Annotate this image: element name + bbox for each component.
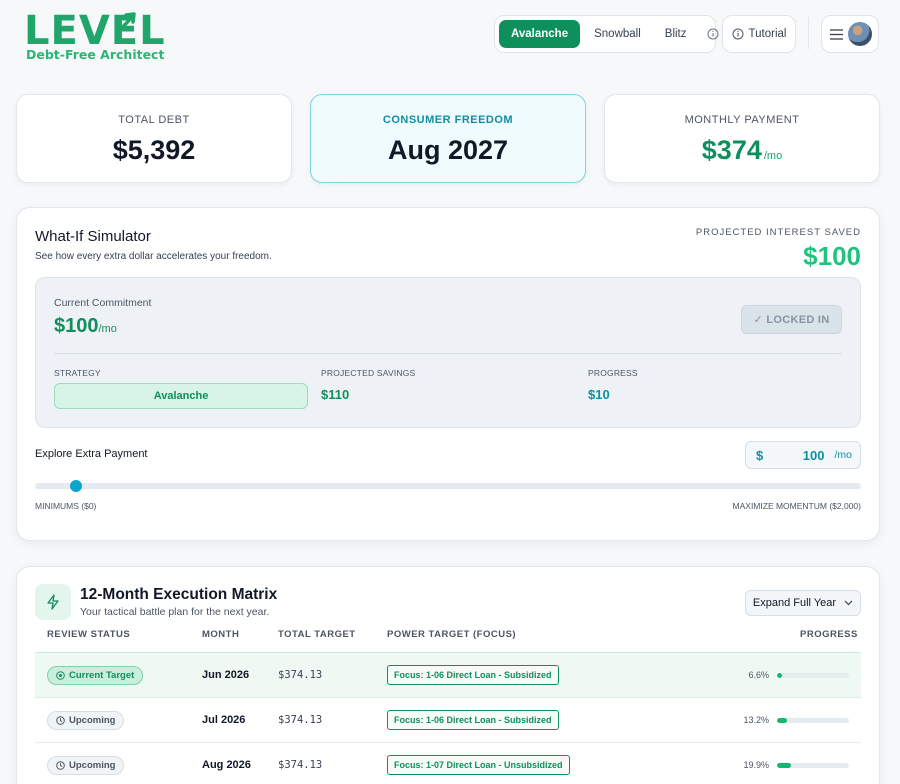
consumer-freedom-label: CONSUMER FREEDOM bbox=[382, 114, 514, 126]
row-progress-bar bbox=[777, 718, 849, 723]
column-header-review-status: REVIEW STATUS bbox=[47, 629, 131, 640]
row-total-target: $374.13 bbox=[278, 759, 323, 771]
simulator-subtitle: See how every extra dollar accelerates y… bbox=[35, 251, 272, 262]
status-badge: Upcoming bbox=[47, 756, 125, 775]
row-progress-percent: 13.2% bbox=[743, 715, 769, 725]
execution-matrix: 12-Month Execution Matrix Your tactical … bbox=[16, 566, 880, 784]
commitment-unit: /mo bbox=[98, 323, 117, 335]
tutorial-label: Tutorial bbox=[748, 28, 787, 40]
matrix-title: 12-Month Execution Matrix bbox=[80, 586, 278, 603]
status-label: Current Target bbox=[69, 670, 135, 681]
strategy-pill: Avalanche bbox=[54, 383, 308, 409]
slider-min-label: MINIMUMS ($0) bbox=[35, 501, 97, 511]
what-if-simulator: What-If Simulator See how every extra do… bbox=[16, 207, 880, 541]
commitment-label: Current Commitment bbox=[54, 297, 152, 309]
row-focus-tag: Focus: 1-07 Direct Loan - Unsubsidized bbox=[387, 755, 570, 775]
monthly-payment-amount: $374/mo bbox=[605, 135, 879, 166]
strategy-switcher: Avalanche Snowball Blitz bbox=[494, 15, 719, 53]
interest-saved-label: PROJECTED INTEREST SAVED bbox=[695, 227, 861, 238]
chevron-down-icon bbox=[844, 600, 853, 606]
slider-handle[interactable] bbox=[70, 480, 83, 492]
locked-in-button[interactable]: ✓ LOCKED IN bbox=[741, 305, 842, 334]
row-month: Jul 2026 bbox=[202, 714, 246, 726]
strategy-label: STRATEGY bbox=[54, 368, 101, 378]
clock-icon bbox=[56, 761, 65, 770]
lightning-icon bbox=[47, 594, 59, 610]
target-icon bbox=[56, 671, 65, 680]
row-month: Aug 2026 bbox=[202, 759, 251, 771]
interest-saved-value: $100 bbox=[803, 241, 861, 271]
info-icon bbox=[732, 28, 744, 40]
column-header-power-target: POWER TARGET (FOCUS) bbox=[387, 629, 517, 640]
commitment-divider bbox=[54, 353, 842, 354]
info-icon bbox=[707, 28, 719, 40]
progress-label: PROGRESS bbox=[588, 368, 638, 378]
row-progress-percent: 19.9% bbox=[743, 760, 769, 770]
extra-payment-input[interactable]: $ 100 /mo bbox=[745, 441, 861, 469]
projected-savings-label: PROJECTED SAVINGS bbox=[321, 368, 416, 378]
total-debt-value: $5,392 bbox=[112, 135, 196, 165]
monthly-payment-value: $374 bbox=[701, 135, 762, 165]
row-progress-bar bbox=[777, 673, 849, 678]
projected-savings-value: $110 bbox=[321, 387, 350, 402]
row-progress-fill bbox=[777, 673, 782, 678]
strategy-avalanche-button[interactable]: Avalanche bbox=[499, 20, 581, 48]
row-month: Jun 2026 bbox=[202, 669, 250, 681]
matrix-subtitle: Your tactical battle plan for the next y… bbox=[80, 606, 270, 618]
clock-icon bbox=[56, 716, 65, 725]
monthly-payment-label: MONTHLY PAYMENT bbox=[684, 114, 800, 126]
expand-label: Expand Full Year bbox=[752, 597, 837, 609]
status-label: Upcoming bbox=[69, 715, 116, 726]
consumer-freedom-date: Aug 2027 bbox=[387, 135, 509, 165]
total-debt-label: TOTAL DEBT bbox=[118, 114, 190, 126]
column-header-total-target: TOTAL TARGET bbox=[278, 629, 356, 640]
explore-extra-payment-label: Explore Extra Payment bbox=[35, 448, 148, 460]
slider-max-label: MAXIMIZE MOMENTUM ($2,000) bbox=[732, 501, 861, 511]
strategy-snowball-button[interactable]: Snowball bbox=[582, 20, 653, 48]
row-progress-fill bbox=[777, 718, 787, 723]
account-menu-button[interactable] bbox=[821, 15, 879, 53]
commitment-amount: $100 bbox=[54, 315, 99, 337]
row-total-target: $374.13 bbox=[278, 669, 323, 681]
table-row[interactable]: Upcoming Aug 2026 $374.13 Focus: 1-07 Di… bbox=[35, 742, 861, 784]
progress-value: $10 bbox=[588, 387, 610, 402]
header-divider bbox=[808, 17, 809, 49]
brand-logo[interactable]: LEVEL Debt-Free Architect bbox=[24, 8, 165, 64]
strategy-blitz-button[interactable]: Blitz bbox=[653, 20, 699, 48]
row-total-target: $374.13 bbox=[278, 714, 323, 726]
currency-symbol: $ bbox=[756, 447, 764, 463]
extra-payment-slider[interactable] bbox=[35, 480, 861, 492]
status-badge: Current Target bbox=[47, 666, 144, 685]
brand-tagline: Debt-Free Architect bbox=[26, 47, 165, 62]
monthly-payment-card: MONTHLY PAYMENT $374/mo bbox=[604, 94, 880, 183]
row-progress-fill bbox=[777, 763, 792, 768]
table-row[interactable]: Current Target Jun 2026 $374.13 Focus: 1… bbox=[35, 652, 861, 697]
row-progress-percent: 6.6% bbox=[748, 670, 769, 680]
commitment-value: $100/mo bbox=[54, 315, 117, 338]
column-header-progress: PROGRESS bbox=[800, 629, 858, 640]
matrix-badge bbox=[35, 584, 71, 620]
current-commitment-box: Current Commitment $100/mo ✓ LOCKED IN S… bbox=[35, 277, 861, 428]
arrow-up-icon bbox=[118, 12, 136, 32]
simulator-title: What-If Simulator bbox=[35, 228, 151, 245]
row-focus-tag: Focus: 1-06 Direct Loan - Subsidized bbox=[387, 665, 559, 685]
extra-payment-value: 100 bbox=[802, 447, 825, 463]
status-badge: Upcoming bbox=[47, 711, 125, 730]
extra-payment-unit: /mo bbox=[834, 449, 852, 461]
consumer-freedom-card: CONSUMER FREEDOM Aug 2027 bbox=[310, 94, 586, 183]
table-row[interactable]: Upcoming Jul 2026 $374.13 Focus: 1-06 Di… bbox=[35, 697, 861, 742]
status-label: Upcoming bbox=[69, 760, 116, 771]
hamburger-menu-icon bbox=[830, 28, 843, 40]
total-debt-card: TOTAL DEBT $5,392 bbox=[16, 94, 292, 183]
row-progress-bar bbox=[777, 763, 849, 768]
expand-full-year-button[interactable]: Expand Full Year bbox=[745, 590, 861, 616]
column-header-month: MONTH bbox=[202, 629, 240, 640]
row-focus-tag: Focus: 1-06 Direct Loan - Subsidized bbox=[387, 710, 559, 730]
monthly-payment-suffix: /mo bbox=[763, 150, 783, 162]
tutorial-button[interactable]: Tutorial bbox=[722, 15, 796, 53]
user-avatar bbox=[848, 22, 872, 46]
